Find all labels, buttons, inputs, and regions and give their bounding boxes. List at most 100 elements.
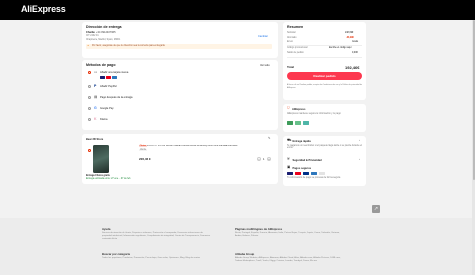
top-bar: AliExpress: [0, 0, 475, 20]
security-title: Seguridad & Privacidad: [292, 158, 322, 162]
address-street: CIT 2432 01: [86, 35, 99, 37]
payment-radio-cash-on-delivery[interactable]: [88, 96, 91, 99]
amex-icon: [112, 75, 117, 79]
trust-title: AliExpress: [292, 107, 306, 111]
product-card: Bear 2D Store ✎ Choice POCO X7 Pro 5G Ve…: [82, 134, 278, 184]
address-phone: +34 0912407965: [96, 31, 116, 34]
arrow-up-icon: ↗: [373, 206, 379, 212]
view-all-payment-link[interactable]: Ver todo: [260, 64, 270, 67]
trust-icon-2: [295, 121, 301, 125]
visa-payment-icon: [287, 171, 293, 175]
shipping-value: Gratis: [352, 41, 359, 43]
address-region: Chapinerie, Madrid, Spain, 28001: [86, 38, 121, 41]
cash-icon: ▤: [94, 94, 98, 99]
payment-radio-klarna[interactable]: [88, 118, 91, 121]
promo-label: Código promocional: [287, 47, 308, 49]
subtotal-value: 248,69€: [345, 32, 354, 34]
product-variant[interactable]: Verde: [139, 149, 148, 151]
footer-group-text[interactable]: Alibaba Group Website, AliExpress, Alima…: [235, 257, 345, 263]
paypal-payment-icon: [303, 171, 309, 175]
coins-value: 0,00€: [352, 52, 358, 54]
saved-label: Ahorrado: [287, 36, 297, 39]
footer-browse-text[interactable]: Todos los populares, Productos, Promoció…: [102, 257, 212, 260]
fast-delivery-text: Te pagamos un reembolso si el paquete ll…: [287, 144, 362, 150]
google-pay-icon: G: [94, 105, 97, 110]
benefits-card: ⛟ Entrega rápida › Te pagamos un reembol…: [283, 136, 366, 186]
card-shield-icon: ▣: [287, 165, 291, 169]
trust-icon-1: [287, 121, 293, 125]
qty-value[interactable]: 1: [263, 158, 264, 161]
address-name: Charlie: [86, 31, 95, 34]
qty-decrease-button[interactable]: −: [257, 157, 261, 161]
payment-title: Métodos de pago: [86, 63, 116, 67]
back-to-top-button[interactable]: ↗: [372, 205, 380, 213]
total-label: Total: [287, 65, 294, 69]
scrollbar-thumb[interactable]: [472, 20, 475, 180]
payment-label-klarna: Klarna: [100, 118, 108, 121]
klarna-icon: K: [94, 116, 97, 121]
aliexpress-trust-card: ⛉ AliExpress AliExpress mantiene segura …: [283, 104, 366, 132]
gpay-payment-icon: [319, 171, 325, 175]
chevron-right-icon-2[interactable]: ›: [359, 157, 360, 162]
delivery-label: Entrega Choice gratis: [86, 175, 110, 177]
fast-delivery-title: Entrega rápida: [292, 139, 311, 143]
product-title[interactable]: POCO X7 Pro 5G Version Global 256GB/512G…: [147, 145, 272, 147]
payment-radio-new-card[interactable]: [88, 71, 91, 74]
address-card: Dirección de entrega Charlie +34 0912407…: [82, 22, 278, 58]
credit-card-icon: ▭: [94, 69, 98, 74]
terms-note: Al hacer clic en Realizar pedido, acepta…: [287, 84, 362, 89]
saved-value: -33,99€: [346, 36, 354, 39]
trust-icon-3: [303, 121, 309, 125]
coins-label: Saldo de pedido: [287, 52, 304, 54]
place-order-button[interactable]: Realizar pedido: [287, 72, 362, 80]
footer-help-text[interactable]: Servicio de atención al cliente, Disputa…: [102, 232, 212, 241]
secure-payment-title: Pagos seguros: [292, 166, 312, 170]
payment-label-paypal: Añadir PayPal: [100, 85, 117, 88]
footer-multilingual-text[interactable]: Rusia, Portugal, España, Francia, Aleman…: [235, 232, 345, 238]
footer: Ayuda Servicio de atención al cliente, D…: [0, 218, 475, 275]
payment-radio-google-pay[interactable]: [88, 107, 91, 110]
info-icon[interactable]: ⓘ: [129, 96, 132, 100]
shipping-label: Envío: [287, 41, 293, 43]
payment-label-google-pay: Google Pay: [100, 107, 114, 110]
visa-icon: [100, 75, 105, 79]
footer-multilingual-title: Páginas multilingües de AliExpress: [235, 227, 283, 231]
payment-radio-paypal[interactable]: [88, 85, 91, 88]
summary-card: Resumen Subtotal 248,69€ Ahorrado -33,99…: [283, 22, 366, 100]
payment-label-new-card: Añadir una tarjeta nueva: [100, 71, 129, 74]
store-name[interactable]: Bear 2D Store: [86, 138, 103, 141]
payment-card: Métodos de pago Ver todo ▭ Añadir una ta…: [82, 60, 278, 130]
aliexpress-shield-icon: ⛉: [287, 106, 290, 110]
qty-increase-button[interactable]: +: [267, 157, 271, 161]
subtotal-label: Subtotal: [287, 32, 296, 34]
address-warning-text: Por favor, asegúrate de que tu dirección…: [92, 45, 165, 48]
amex-payment-icon: [311, 171, 317, 175]
mastercard-icon: [106, 75, 111, 79]
promo-code-input[interactable]: Escribe el código aquí: [329, 47, 352, 49]
secure-payment-text: Tu información de pago se procesa de for…: [287, 177, 341, 179]
change-address-link[interactable]: Cambiar: [258, 35, 268, 38]
paypal-icon: P: [94, 83, 97, 88]
place-order-label: Realizar pedido: [313, 74, 336, 78]
choice-badge: Choice: [139, 145, 147, 147]
chevron-right-icon[interactable]: ›: [359, 138, 360, 143]
product-select-radio[interactable]: [88, 149, 91, 152]
lock-icon: ⛨: [287, 157, 290, 161]
trust-text: AliExpress mantiene segura tu informació…: [287, 113, 341, 115]
product-image[interactable]: [93, 145, 109, 173]
total-value: 192,46€: [345, 64, 360, 70]
truck-icon: ⛟: [287, 138, 292, 142]
address-title: Dirección de entrega: [86, 25, 122, 29]
warning-icon: ●: [87, 45, 89, 47]
footer-browse-title: Buscar por categoría: [102, 252, 130, 256]
address-warning: ● Por favor, asegúrate de que tu direcci…: [86, 44, 272, 49]
mastercard-payment-icon: [295, 171, 301, 175]
delivery-date: Entrega estimada entre: 27 ene. - 07 de …: [86, 178, 131, 180]
product-price: 226,46 €: [139, 157, 151, 161]
footer-help-title: Ayuda: [102, 227, 111, 231]
edit-icon[interactable]: ✎: [268, 136, 271, 141]
payment-label-cash-on-delivery: Pago después de la entrega: [100, 96, 133, 99]
footer-group-title: Alibaba Group: [235, 252, 255, 256]
summary-title: Resumen: [287, 25, 304, 29]
aliexpress-logo[interactable]: AliExpress: [21, 4, 66, 14]
